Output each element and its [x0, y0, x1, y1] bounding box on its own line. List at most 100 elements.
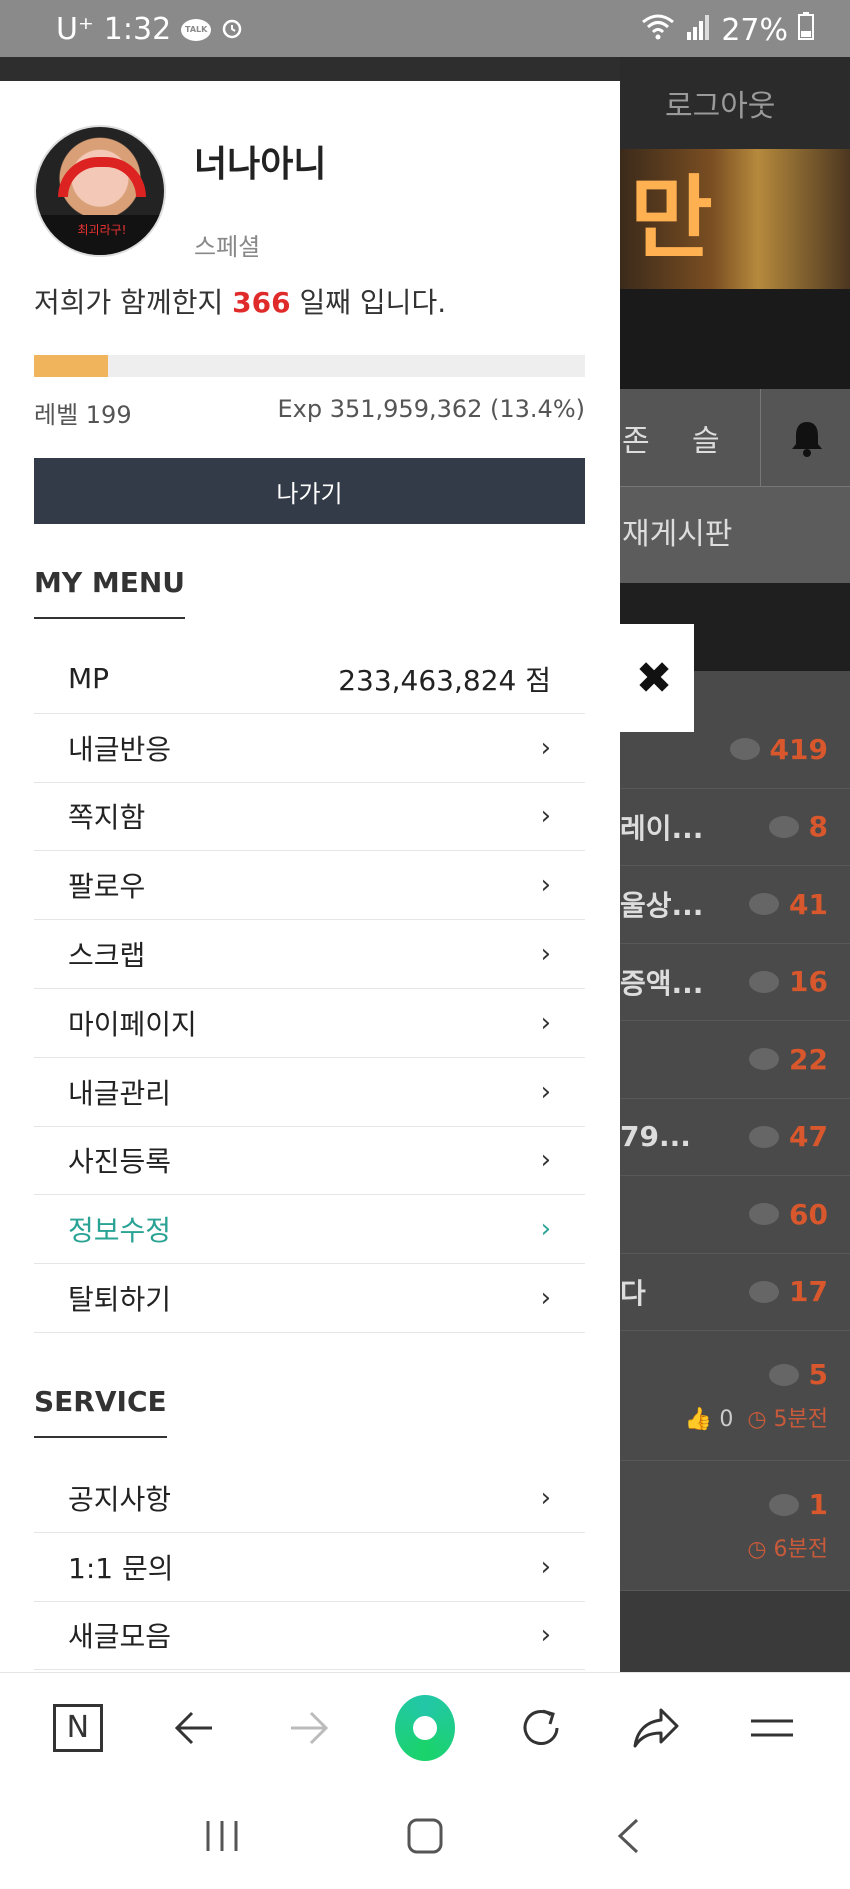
list-item[interactable]: 60: [620, 1176, 850, 1254]
menu-item-label: 마이페이지: [68, 1007, 197, 1041]
home-button[interactable]: [395, 1806, 455, 1866]
menu-item-label: 탈퇴하기: [68, 1283, 172, 1317]
forward-button[interactable]: [279, 1698, 339, 1758]
side-drawer: 최괴라구! 너나아니 스페셜 저희가 함께한지 366 일째 입니다. 레벨 1…: [0, 57, 620, 1672]
chevron-right-icon: ›: [540, 1551, 551, 1582]
comment-count: 47: [749, 1120, 828, 1153]
battery-icon: [798, 12, 814, 48]
list-item[interactable]: 22: [620, 1021, 850, 1099]
comment-count-value: 5: [808, 1358, 828, 1391]
comment-count: 1: [768, 1488, 828, 1521]
menu-item-scrap[interactable]: 스크랩 ›: [34, 920, 585, 989]
chevron-right-icon: ›: [540, 1076, 551, 1107]
home-icon: [407, 1818, 443, 1853]
forward-arrow-icon: [291, 1711, 329, 1744]
bg-board-title[interactable]: 재게시판: [620, 487, 850, 583]
comment-count: 22: [749, 1043, 828, 1076]
list-item[interactable]: 다 17: [620, 1254, 850, 1331]
bg-banner-text: 만: [630, 166, 713, 271]
avatar-shirt: 최괴라구!: [36, 215, 164, 255]
menu-button[interactable]: [742, 1698, 802, 1758]
menu-item-label: 팔로우: [68, 870, 146, 904]
carrier-label: U⁺: [56, 12, 94, 47]
menu-item-my-post-reactions[interactable]: 내글반응 ›: [34, 714, 585, 783]
comment-count: 419: [729, 732, 828, 766]
together-suffix: 일째 입니다.: [299, 286, 447, 319]
close-icon: ✖: [635, 652, 673, 704]
naver-home-button[interactable]: N: [48, 1698, 108, 1758]
post-title: 79...: [620, 1120, 691, 1154]
bg-nav: 존 슬: [620, 388, 850, 487]
level-label: 레벨 199: [34, 401, 132, 429]
profile-name: 너나아니: [194, 144, 327, 185]
service-title: SERVICE: [34, 1385, 167, 1438]
bg-post-list: 419 레이... 8 울상... 41 증액... 16 22 79... 47 60…: [620, 671, 850, 1591]
bell-icon[interactable]: [760, 388, 850, 487]
back-button[interactable]: [164, 1698, 224, 1758]
comment-icon: [749, 1203, 780, 1226]
talk-icon: TALK: [181, 18, 212, 41]
my-menu-title: MY MENU: [34, 566, 186, 619]
menu-item-withdraw[interactable]: 탈퇴하기 ›: [34, 1264, 585, 1333]
menu-item-label: 내글관리: [68, 1076, 172, 1110]
comment-count-value: 22: [789, 1042, 828, 1076]
list-item[interactable]: 5 👍 0 ◷ 5분전: [620, 1331, 850, 1461]
menu-item-photo-upload[interactable]: 사진등록 ›: [34, 1127, 585, 1196]
level-row: 레벨 199 Exp 351,959,362 (13.4%): [34, 395, 585, 430]
chevron-right-icon: ›: [540, 1145, 551, 1176]
reload-button[interactable]: [511, 1698, 571, 1758]
profile-grade: 스페셜: [194, 233, 261, 261]
bg-nav-item[interactable]: 슬: [690, 416, 760, 460]
comment-icon: [768, 1493, 799, 1516]
menu-item-follow[interactable]: 팔로우 ›: [34, 851, 585, 921]
system-back-button[interactable]: [598, 1806, 658, 1866]
list-item[interactable]: 79... 47: [620, 1099, 850, 1176]
list-item[interactable]: 1 ◷ 6분전: [620, 1461, 850, 1591]
close-drawer-button[interactable]: ✖: [614, 624, 694, 732]
post-meta: 👍 0 ◷ 5분전: [685, 1401, 828, 1433]
like-count: 👍 0: [684, 1407, 734, 1432]
background-page: 로그아웃 만 존 슬 재게시판 419 레이... 8 울상... 41 증액...…: [620, 57, 850, 1672]
system-back-icon: [618, 1818, 639, 1853]
drawer-top-strip: [0, 57, 620, 81]
avatar[interactable]: 최괴라구!: [34, 125, 166, 257]
list-item[interactable]: 울상... 41: [620, 866, 850, 944]
menu-item-new-posts[interactable]: 새글모음 ›: [34, 1602, 585, 1671]
chevron-right-icon: ›: [540, 1283, 551, 1314]
my-menu-list: MP 233,463,824 점 내글반응 › 쪽지함 › 팔로우 › 스크랩 › 마이…: [34, 645, 585, 1333]
menu-item-manage-posts[interactable]: 내글관리 ›: [34, 1058, 585, 1127]
system-nav-bar: [0, 1782, 850, 1889]
menu-item-edit-info[interactable]: 정보수정 ›: [34, 1195, 585, 1265]
menu-item-notices[interactable]: 공지사항 ›: [34, 1464, 585, 1533]
exit-button[interactable]: 나가기: [34, 458, 585, 524]
comment-count: 8: [768, 810, 828, 843]
like-count-value: 0: [719, 1407, 734, 1432]
menu-item-mp[interactable]: MP 233,463,824 점: [34, 645, 585, 714]
green-dot-button[interactable]: [394, 1694, 455, 1761]
clock-icon: ◷: [747, 1537, 767, 1562]
menu-item-label: 정보수정: [68, 1214, 172, 1248]
menu-item-label: 새글모음: [68, 1620, 172, 1654]
clock-icon: ◷: [747, 1407, 767, 1432]
list-item[interactable]: 레이... 8: [620, 789, 850, 866]
menu-item-messages[interactable]: 쪽지함 ›: [34, 783, 585, 852]
comment-count-value: 419: [769, 732, 828, 766]
menu-item-inquiry[interactable]: 1:1 문의 ›: [34, 1533, 585, 1602]
comment-icon: [749, 970, 780, 993]
back-arrow-icon: [174, 1711, 212, 1744]
share-button[interactable]: [626, 1698, 686, 1758]
post-time: 5분전: [773, 1407, 828, 1432]
green-dot-icon: [394, 1694, 455, 1761]
recent-apps-button[interactable]: [192, 1806, 252, 1866]
list-item[interactable]: 증액... 16: [620, 944, 850, 1021]
post-title: 레이...: [620, 811, 704, 845]
logout-link[interactable]: 로그아웃: [665, 89, 775, 124]
profile-section: 최괴라구! 너나아니 스페셜: [0, 81, 620, 281]
comment-count-value: 47: [789, 1120, 828, 1154]
mp-value: 233,463,824 점: [338, 663, 551, 697]
comment-icon: [749, 1048, 780, 1071]
bg-banner[interactable]: 만: [620, 149, 850, 289]
bg-nav-item[interactable]: 존: [620, 416, 690, 460]
comment-icon: [768, 1363, 799, 1386]
menu-item-mypage[interactable]: 마이페이지 ›: [34, 989, 585, 1058]
